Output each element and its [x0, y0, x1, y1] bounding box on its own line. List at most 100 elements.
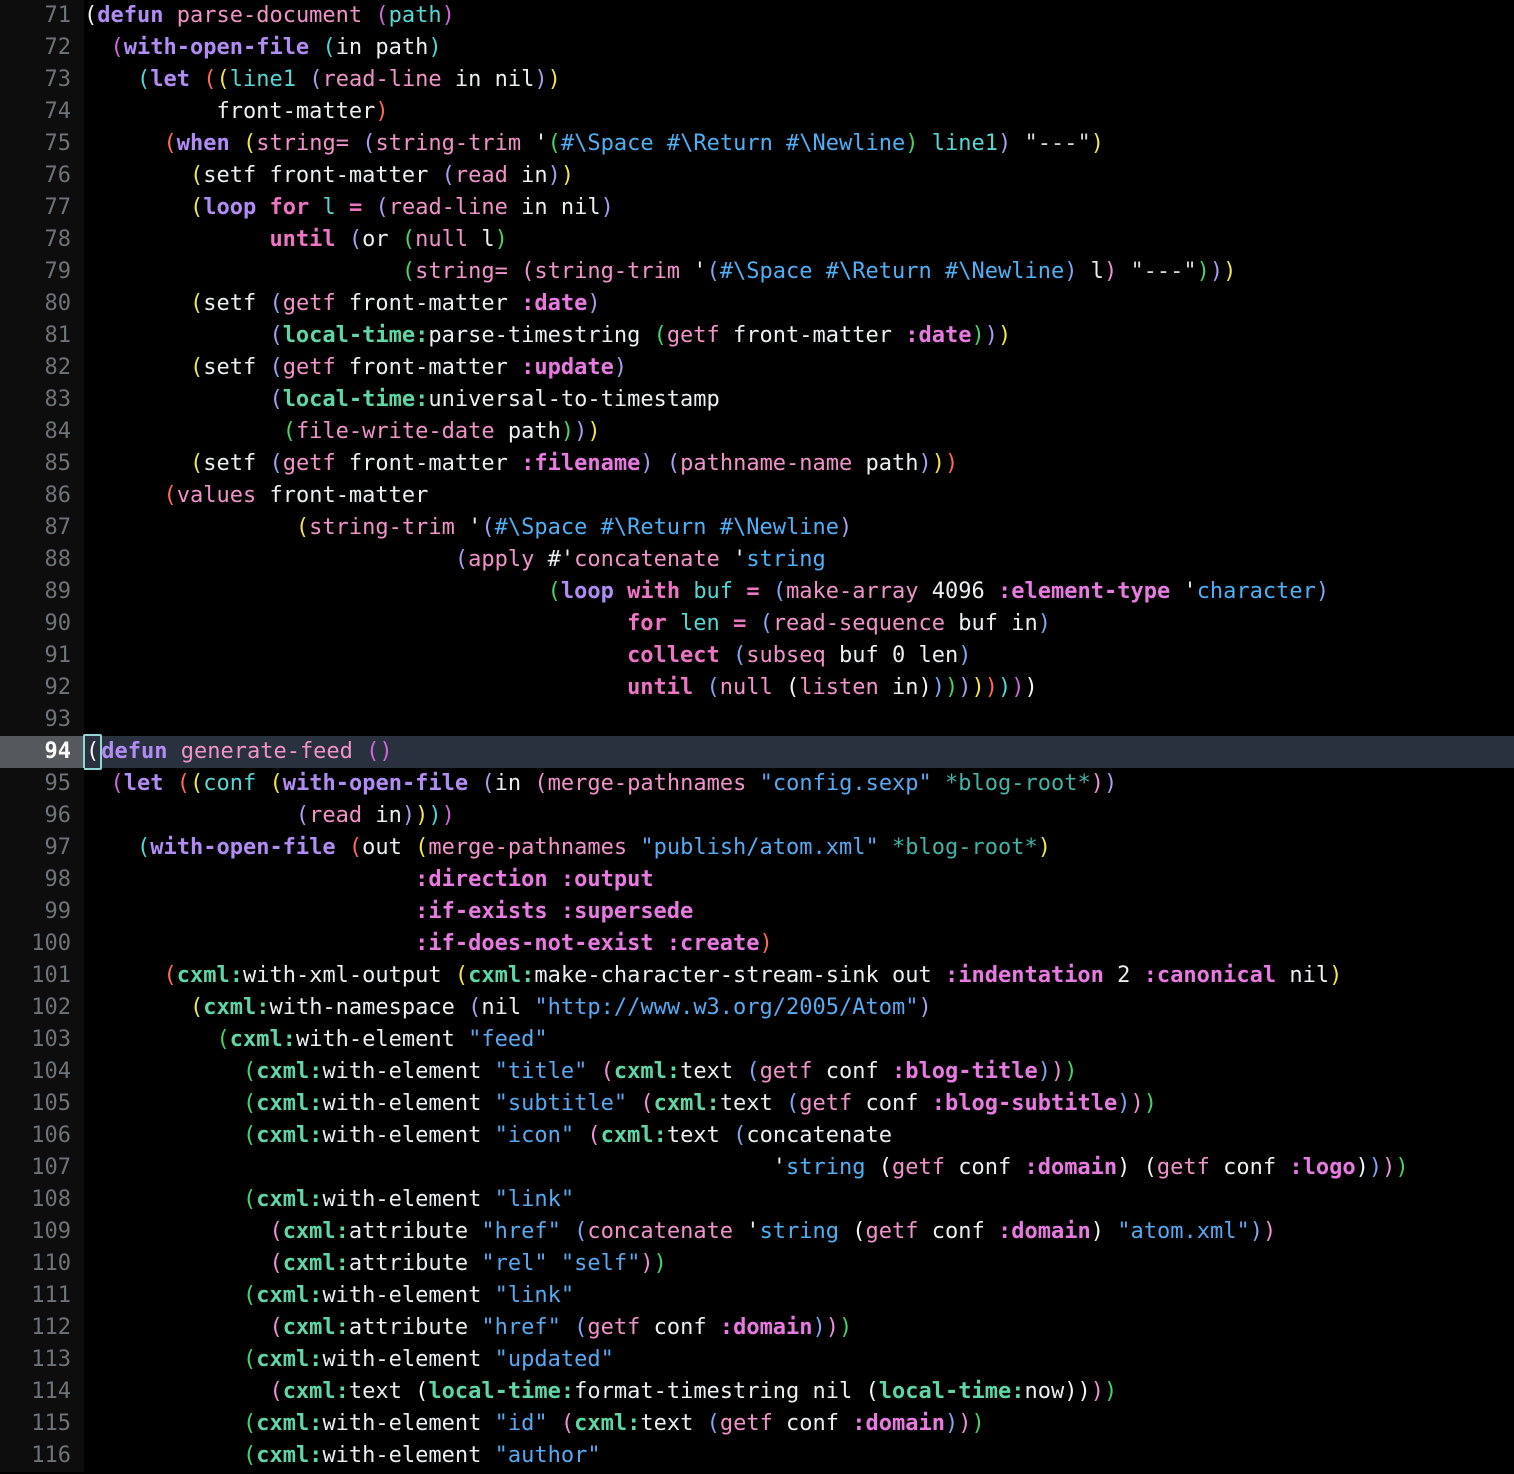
line-number: 75 [0, 128, 84, 160]
code-line[interactable]: 83 (local-time:universal-to-timestamp [0, 384, 1514, 416]
code-text: (when (string= (string-trim '(#\Space #\… [84, 128, 1514, 160]
code-line[interactable]: 85 (setf (getf front-matter :filename) (… [0, 448, 1514, 480]
code-text: (setf (getf front-matter :update) [84, 352, 1514, 384]
code-line[interactable]: 100 :if-does-not-exist :create) [0, 928, 1514, 960]
code-line[interactable]: 107 'string (getf conf :domain) (getf co… [0, 1152, 1514, 1184]
code-line[interactable]: 116 (cxml:with-element "author" [0, 1440, 1514, 1472]
line-number: 83 [0, 384, 84, 416]
code-text: (let ((line1 (read-line in nil)) [84, 64, 1514, 96]
code-line[interactable]: 72 (with-open-file (in path) [0, 32, 1514, 64]
line-number: 88 [0, 544, 84, 576]
line-number: 73 [0, 64, 84, 96]
code-line[interactable]: 74 front-matter) [0, 96, 1514, 128]
code-line[interactable]: 114 (cxml:text (local-time:format-timest… [0, 1376, 1514, 1408]
code-text: (loop for l = (read-line in nil) [84, 192, 1514, 224]
code-text: :if-does-not-exist :create) [84, 928, 1514, 960]
code-text: (local-time:parse-timestring (getf front… [84, 320, 1514, 352]
code-line[interactable]: 99 :if-exists :supersede [0, 896, 1514, 928]
line-number: 77 [0, 192, 84, 224]
line-number: 79 [0, 256, 84, 288]
code-line[interactable]: 87 (string-trim '(#\Space #\Return #\New… [0, 512, 1514, 544]
code-line[interactable]: 79 (string= (string-trim '(#\Space #\Ret… [0, 256, 1514, 288]
code-line[interactable]: 82 (setf (getf front-matter :update) [0, 352, 1514, 384]
line-number: 116 [0, 1440, 84, 1472]
code-line[interactable]: 115 (cxml:with-element "id" (cxml:text (… [0, 1408, 1514, 1440]
line-number: 103 [0, 1024, 84, 1056]
line-number: 111 [0, 1280, 84, 1312]
code-text: (file-write-date path))) [84, 416, 1514, 448]
line-number: 109 [0, 1216, 84, 1248]
code-line[interactable]: 80 (setf (getf front-matter :date) [0, 288, 1514, 320]
code-line-current[interactable]: 94(defun generate-feed () [0, 736, 1514, 768]
code-text: for len = (read-sequence buf in) [84, 608, 1514, 640]
line-number: 113 [0, 1344, 84, 1376]
line-number: 105 [0, 1088, 84, 1120]
code-line[interactable]: 113 (cxml:with-element "updated" [0, 1344, 1514, 1376]
code-text: (local-time:universal-to-timestamp [84, 384, 1514, 416]
line-number: 85 [0, 448, 84, 480]
line-number: 90 [0, 608, 84, 640]
code-line[interactable]: 75 (when (string= (string-trim '(#\Space… [0, 128, 1514, 160]
code-text: collect (subseq buf 0 len) [84, 640, 1514, 672]
code-line[interactable]: 84 (file-write-date path))) [0, 416, 1514, 448]
line-number: 86 [0, 480, 84, 512]
line-number: 102 [0, 992, 84, 1024]
code-line[interactable]: 86 (values front-matter [0, 480, 1514, 512]
code-line[interactable]: 92 until (null (listen in))))))))) [0, 672, 1514, 704]
code-line[interactable]: 109 (cxml:attribute "href" (concatenate … [0, 1216, 1514, 1248]
code-text: 'string (getf conf :domain) (getf conf :… [84, 1152, 1514, 1184]
code-line[interactable]: 98 :direction :output [0, 864, 1514, 896]
code-line[interactable]: 97 (with-open-file (out (merge-pathnames… [0, 832, 1514, 864]
code-line[interactable]: 110 (cxml:attribute "rel" "self")) [0, 1248, 1514, 1280]
code-line[interactable]: 101 (cxml:with-xml-output (cxml:make-cha… [0, 960, 1514, 992]
code-line[interactable]: 104 (cxml:with-element "title" (cxml:tex… [0, 1056, 1514, 1088]
line-number: 91 [0, 640, 84, 672]
code-line[interactable]: 111 (cxml:with-element "link" [0, 1280, 1514, 1312]
line-number: 115 [0, 1408, 84, 1440]
code-text: (cxml:text (local-time:format-timestring… [84, 1376, 1514, 1408]
code-lines-container: 71(defun parse-document (path)72 (with-o… [0, 0, 1514, 1472]
line-number: 92 [0, 672, 84, 704]
code-text: (cxml:with-xml-output (cxml:make-charact… [84, 960, 1514, 992]
code-line[interactable]: 95 (let ((conf (with-open-file (in (merg… [0, 768, 1514, 800]
code-line[interactable]: 77 (loop for l = (read-line in nil) [0, 192, 1514, 224]
code-line[interactable]: 78 until (or (null l) [0, 224, 1514, 256]
code-line[interactable]: 73 (let ((line1 (read-line in nil)) [0, 64, 1514, 96]
line-number: 84 [0, 416, 84, 448]
code-line[interactable]: 90 for len = (read-sequence buf in) [0, 608, 1514, 640]
code-line[interactable]: 81 (local-time:parse-timestring (getf fr… [0, 320, 1514, 352]
code-text: (cxml:attribute "href" (concatenate 'str… [84, 1216, 1514, 1248]
code-line[interactable]: 89 (loop with buf = (make-array 4096 :el… [0, 576, 1514, 608]
code-line[interactable]: 103 (cxml:with-element "feed" [0, 1024, 1514, 1056]
code-line[interactable]: 88 (apply #'concatenate 'string [0, 544, 1514, 576]
code-text: (defun parse-document (path) [84, 0, 1514, 32]
code-line[interactable]: 106 (cxml:with-element "icon" (cxml:text… [0, 1120, 1514, 1152]
line-number: 114 [0, 1376, 84, 1408]
code-line[interactable]: 108 (cxml:with-element "link" [0, 1184, 1514, 1216]
code-text: :direction :output [84, 864, 1514, 896]
code-line[interactable]: 91 collect (subseq buf 0 len) [0, 640, 1514, 672]
line-number: 72 [0, 32, 84, 64]
line-number: 93 [0, 704, 84, 736]
line-number: 96 [0, 800, 84, 832]
code-text: (apply #'concatenate 'string [84, 544, 1514, 576]
code-text: (cxml:with-element "link" [84, 1280, 1514, 1312]
code-text: (cxml:attribute "href" (getf conf :domai… [84, 1312, 1514, 1344]
code-text: (values front-matter [84, 480, 1514, 512]
line-number: 94 [0, 736, 84, 768]
line-number: 87 [0, 512, 84, 544]
code-text: (cxml:attribute "rel" "self")) [84, 1248, 1514, 1280]
code-line[interactable]: 96 (read in)))) [0, 800, 1514, 832]
line-number: 95 [0, 768, 84, 800]
code-line[interactable]: 105 (cxml:with-element "subtitle" (cxml:… [0, 1088, 1514, 1120]
code-line[interactable]: 76 (setf front-matter (read in)) [0, 160, 1514, 192]
code-line[interactable]: 71(defun parse-document (path) [0, 0, 1514, 32]
code-line[interactable]: 112 (cxml:attribute "href" (getf conf :d… [0, 1312, 1514, 1344]
code-line[interactable]: 102 (cxml:with-namespace (nil "http://ww… [0, 992, 1514, 1024]
line-number: 81 [0, 320, 84, 352]
line-number: 100 [0, 928, 84, 960]
code-line[interactable]: 93 [0, 704, 1514, 736]
line-number: 82 [0, 352, 84, 384]
line-number: 108 [0, 1184, 84, 1216]
code-text: (let ((conf (with-open-file (in (merge-p… [84, 768, 1514, 800]
